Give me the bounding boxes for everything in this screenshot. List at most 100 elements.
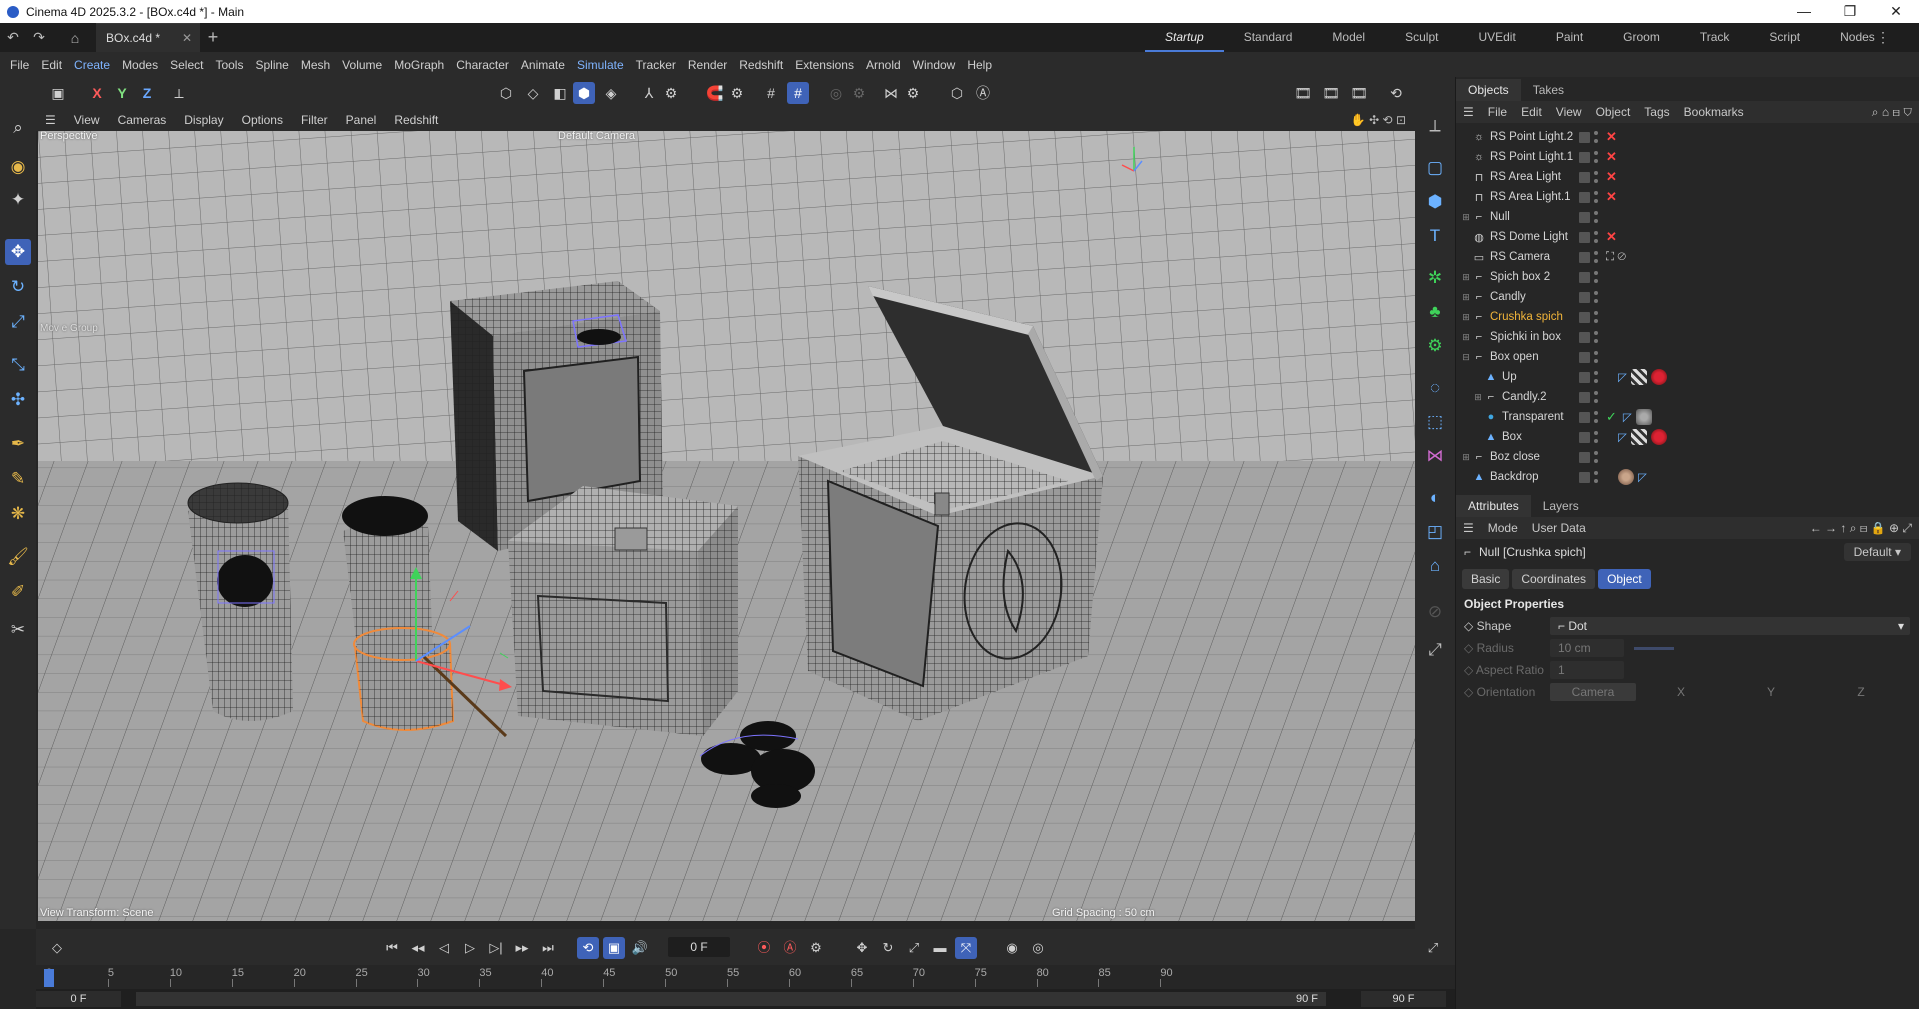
- visibility-toggle[interactable]: [1594, 251, 1598, 263]
- 3d-viewport[interactable]: Perspective Default Camera Mov e Group V…: [38, 131, 1415, 921]
- sculpt-icon[interactable]: ⊘: [1422, 599, 1448, 625]
- viewport-menu-options[interactable]: Options: [233, 113, 292, 127]
- key-scale-button[interactable]: ⤢: [903, 937, 925, 959]
- axis-mode-icon[interactable]: ⅄: [638, 82, 660, 104]
- material-tag-icon[interactable]: [1635, 409, 1652, 425]
- camera-target-icon[interactable]: ⛶ ⊘: [1606, 251, 1626, 264]
- menu-select[interactable]: Select: [164, 58, 209, 72]
- object-row-backdrop[interactable]: ▲ Backdrop ◸: [1456, 467, 1919, 487]
- om-menu-file[interactable]: File: [1481, 105, 1514, 119]
- close-button[interactable]: ✕: [1873, 3, 1919, 20]
- om-menu-object[interactable]: Object: [1589, 105, 1638, 119]
- menu-extensions[interactable]: Extensions: [789, 58, 860, 72]
- disabled-icon[interactable]: ✕: [1606, 229, 1617, 245]
- am-mode-menu[interactable]: Mode: [1481, 521, 1525, 535]
- expand-toggle-icon[interactable]: ⊞: [1460, 212, 1472, 223]
- expand-toggle-icon[interactable]: ⊞: [1460, 272, 1472, 283]
- visibility-toggle[interactable]: [1594, 191, 1598, 203]
- layout-tab-uvedit[interactable]: UVEdit: [1458, 23, 1535, 52]
- loop-button[interactable]: ⟲: [577, 937, 599, 959]
- menu-spline[interactable]: Spline: [249, 58, 294, 72]
- object-row-transparent[interactable]: ● Transparent ✓ ◸: [1456, 407, 1919, 427]
- layout-tab-startup[interactable]: Startup: [1145, 23, 1224, 52]
- menu-character[interactable]: Character: [450, 58, 515, 72]
- viewport-projection-label[interactable]: Perspective: [40, 131, 97, 142]
- visibility-toggle[interactable]: [1594, 231, 1598, 243]
- object-row-rs-point-light-2[interactable]: ☼ RS Point Light.2 ✕: [1456, 127, 1919, 147]
- soft-selection-settings-icon[interactable]: ⚙: [848, 82, 870, 104]
- snap-transform-icon[interactable]: ✣: [5, 387, 31, 413]
- viewport-menu-icon[interactable]: ☰: [36, 113, 65, 127]
- visibility-toggle[interactable]: [1594, 411, 1598, 423]
- render-view-icon[interactable]: 🎞: [1320, 82, 1342, 104]
- menu-tracker[interactable]: Tracker: [630, 58, 682, 72]
- current-frame-field[interactable]: 0 F: [668, 937, 730, 957]
- light-object-icon[interactable]: ⌂: [1422, 553, 1448, 579]
- visibility-toggle[interactable]: [1594, 131, 1598, 143]
- visibility-toggle[interactable]: [1594, 431, 1598, 443]
- scene-nodes-icon[interactable]: ⟂: [1422, 113, 1448, 139]
- material-tag-icon[interactable]: [1650, 369, 1667, 385]
- viewport-navigation-icons[interactable]: ✋ ✣ ⟲ ⊡: [1342, 113, 1415, 127]
- layout-tab-paint[interactable]: Paint: [1536, 23, 1603, 52]
- render-region-icon[interactable]: 🎞: [1292, 82, 1314, 104]
- next-key-button[interactable]: ▸▸: [511, 937, 533, 959]
- visibility-toggle[interactable]: [1594, 271, 1598, 283]
- viewport-menu-display[interactable]: Display: [175, 113, 232, 127]
- menu-file[interactable]: File: [4, 58, 35, 72]
- key-param-button[interactable]: ▬: [929, 937, 951, 959]
- preview-end-field[interactable]: 90 F: [1296, 991, 1318, 1007]
- layer-color-swatch[interactable]: [1579, 451, 1590, 463]
- viewport-menu-panel[interactable]: Panel: [337, 113, 386, 127]
- orientation-z-option[interactable]: Z: [1816, 685, 1906, 699]
- layout-tab-model[interactable]: Model: [1312, 23, 1385, 52]
- symmetry-icon[interactable]: ⋈: [880, 82, 902, 104]
- key-pla-button[interactable]: ⤧: [955, 937, 977, 959]
- axis-settings-icon[interactable]: ⚙: [660, 82, 682, 104]
- layer-color-swatch[interactable]: [1579, 271, 1590, 283]
- layer-color-swatch[interactable]: [1579, 251, 1590, 263]
- uvw-tag-icon[interactable]: [1630, 369, 1647, 385]
- aspect-ratio-field[interactable]: 1: [1550, 661, 1624, 679]
- om-menu-tags[interactable]: Tags: [1637, 105, 1676, 119]
- layout-tab-script[interactable]: Script: [1749, 23, 1820, 52]
- disabled-icon[interactable]: ✕: [1606, 129, 1617, 145]
- render-settings-icon[interactable]: ⬡: [946, 82, 968, 104]
- viewport-menu-filter[interactable]: Filter: [292, 113, 337, 127]
- visibility-toggle[interactable]: [1594, 291, 1598, 303]
- layer-color-swatch[interactable]: [1579, 191, 1590, 203]
- menu-help[interactable]: Help: [961, 58, 998, 72]
- edges-mode-icon[interactable]: ◧: [549, 82, 571, 104]
- mograph-cloner-icon[interactable]: ✲: [1422, 265, 1448, 291]
- x-axis-toggle[interactable]: X: [86, 82, 108, 104]
- menu-redshift[interactable]: Redshift: [733, 58, 789, 72]
- expand-toggle-icon[interactable]: ⊟: [1460, 352, 1472, 363]
- layer-color-swatch[interactable]: [1579, 131, 1590, 143]
- menu-volume[interactable]: Volume: [336, 58, 388, 72]
- move-tool-icon[interactable]: ✥: [5, 239, 31, 265]
- menu-create[interactable]: Create: [68, 58, 116, 72]
- expand-toggle-icon[interactable]: ⊞: [1472, 392, 1484, 403]
- model-mode-icon[interactable]: ⬡: [495, 82, 517, 104]
- layout-tab-track[interactable]: Track: [1680, 23, 1750, 52]
- menu-edit[interactable]: Edit: [35, 58, 68, 72]
- material-tag-icon[interactable]: [1618, 469, 1634, 485]
- coordinate-system-icon[interactable]: ⟂: [168, 82, 190, 104]
- deformer-icon[interactable]: ⚙: [1422, 333, 1448, 359]
- text-object-icon[interactable]: T: [1422, 223, 1448, 249]
- viewport-menu-redshift[interactable]: Redshift: [385, 113, 447, 127]
- tab-takes[interactable]: Takes: [1521, 79, 1576, 101]
- visibility-toggle[interactable]: [1594, 371, 1598, 383]
- layer-color-swatch[interactable]: [1579, 471, 1590, 483]
- go-to-end-button[interactable]: ⏭: [537, 937, 559, 959]
- visibility-toggle[interactable]: [1594, 151, 1598, 163]
- layer-color-swatch[interactable]: [1579, 331, 1590, 343]
- pen-tool-icon[interactable]: ✒: [5, 431, 31, 457]
- sound-button[interactable]: 🔊: [629, 937, 651, 959]
- uvw-tag-icon[interactable]: [1630, 429, 1647, 445]
- menu-modes[interactable]: Modes: [116, 58, 164, 72]
- spline-pen-icon[interactable]: ✎: [5, 466, 31, 492]
- snap-icon[interactable]: 🧲: [704, 82, 726, 104]
- redo-icon[interactable]: ↷: [26, 29, 52, 46]
- rotate-tool-icon[interactable]: ↻: [5, 274, 31, 300]
